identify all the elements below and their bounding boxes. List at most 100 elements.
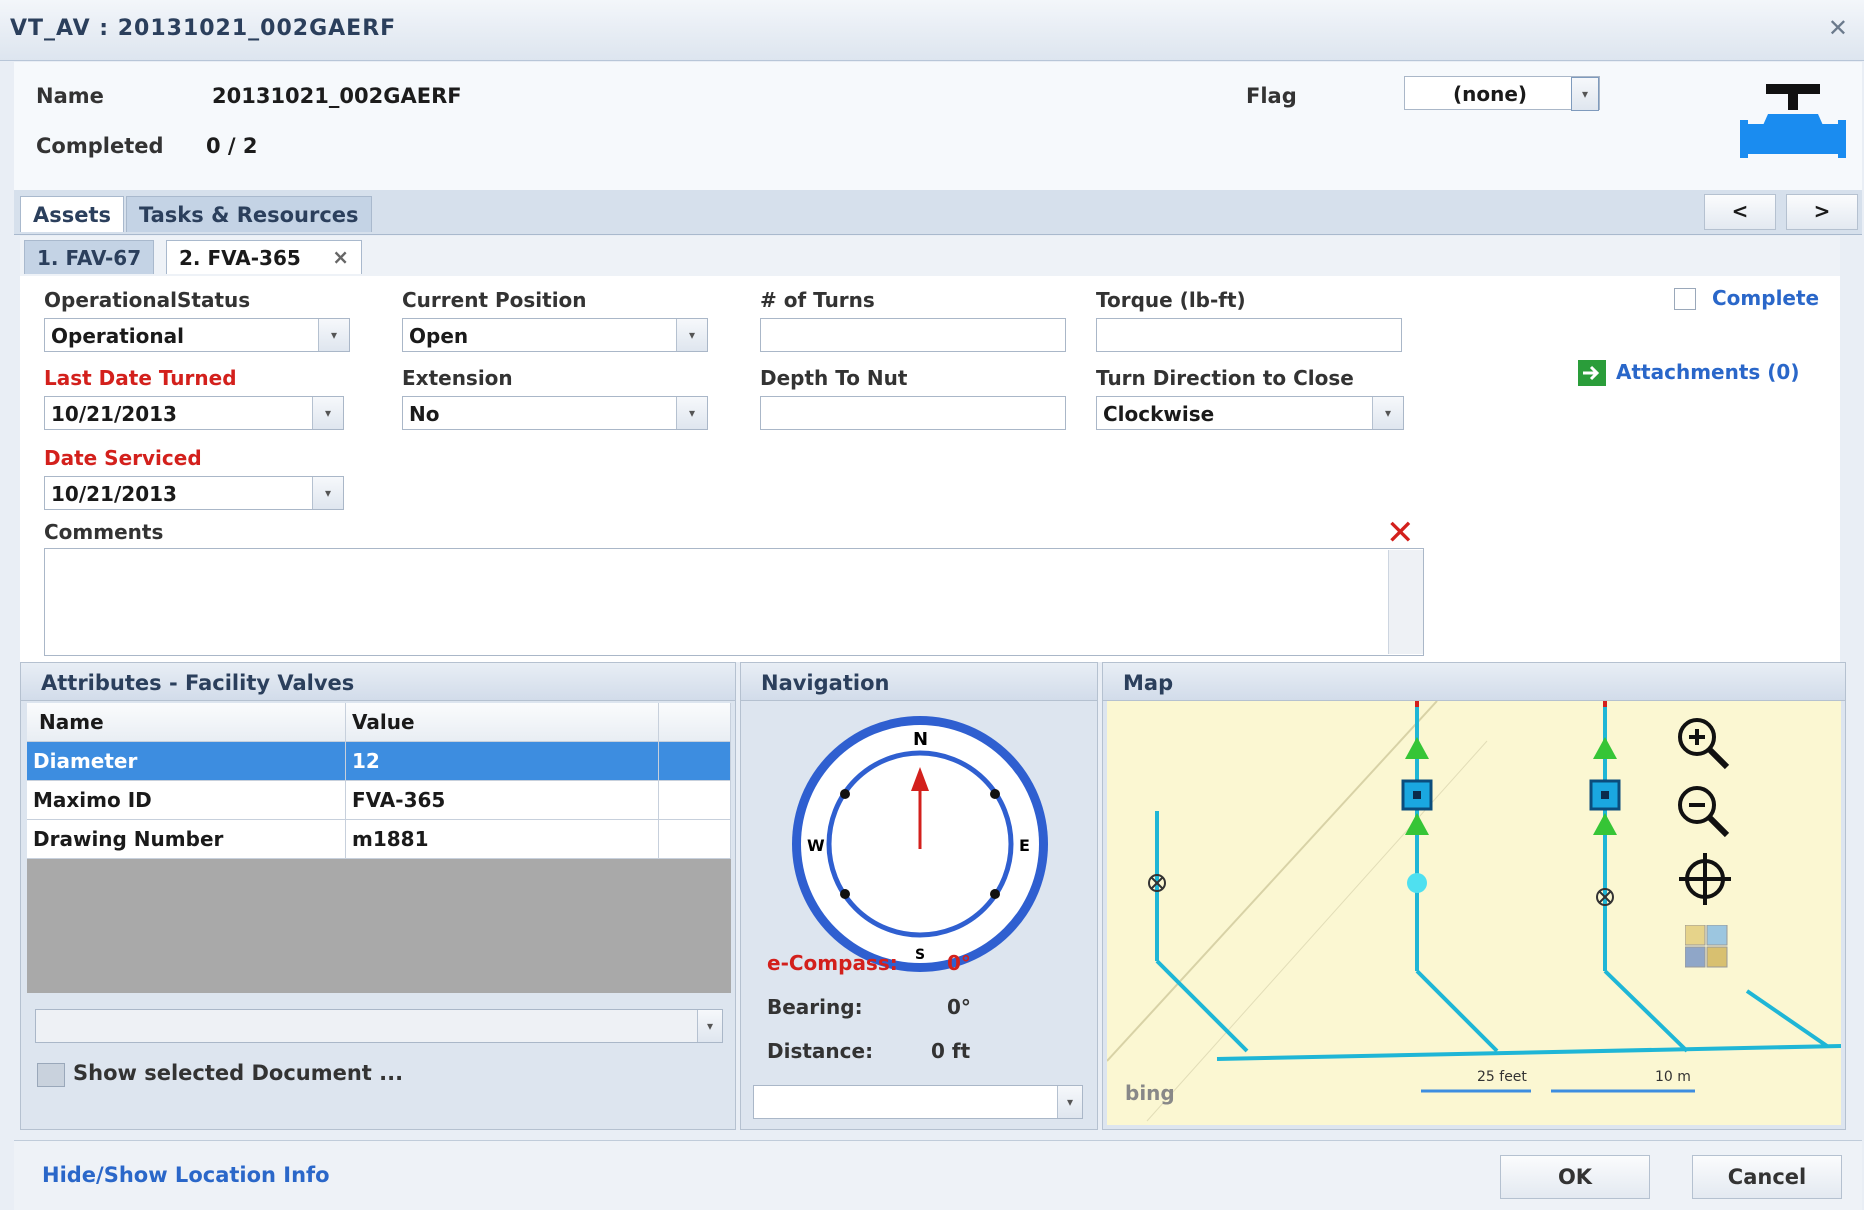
navigation-title: Navigation — [741, 663, 1097, 701]
complete-checkbox[interactable] — [1674, 288, 1696, 310]
zoom-in-icon[interactable] — [1673, 713, 1733, 773]
turns-label: # of Turns — [760, 288, 875, 312]
operational-status-select[interactable]: Operational ▾ — [44, 318, 350, 352]
date-serviced-picker[interactable]: 10/21/2013 ▾ — [44, 476, 344, 510]
completed-label: Completed — [36, 134, 164, 158]
compass-south: S — [915, 947, 925, 963]
navigation-select[interactable]: ▾ — [753, 1085, 1083, 1119]
extension-select[interactable]: No ▾ — [402, 396, 708, 430]
asset-tab-2-label: 2. FVA-365 — [179, 246, 301, 270]
scale-meters: 10 m — [1655, 1069, 1691, 1085]
flag-select[interactable]: (none) ▾ — [1404, 76, 1600, 111]
attachment-arrow-icon — [1578, 360, 1606, 386]
turn-direction-label: Turn Direction to Close — [1096, 366, 1354, 390]
chevron-down-icon[interactable]: ▾ — [1372, 397, 1403, 429]
asset-tab-2[interactable]: 2. FVA-365 × — [166, 240, 362, 274]
table-row[interactable]: Diameter 12 — [27, 741, 731, 781]
calendar-dropdown-icon[interactable]: ▾ — [312, 397, 343, 429]
navigation-panel: Navigation N S W E e-Compass: 0° Bearing… — [740, 662, 1098, 1130]
current-position-select[interactable]: Open ▾ — [402, 318, 708, 352]
turn-direction-select[interactable]: Clockwise ▾ — [1096, 396, 1404, 430]
extension-label: Extension — [402, 366, 513, 390]
ok-button[interactable]: OK — [1500, 1155, 1650, 1199]
layers-icon[interactable] — [1685, 925, 1729, 969]
attribute-name: Maximo ID — [27, 780, 346, 820]
row-spacer — [658, 780, 731, 820]
current-position-label: Current Position — [402, 288, 587, 312]
depth-input[interactable] — [760, 396, 1066, 430]
chevron-down-icon[interactable]: ▾ — [676, 319, 707, 351]
map-title: Map — [1103, 663, 1845, 701]
attachments-link[interactable]: Attachments (0) — [1616, 360, 1799, 384]
record-header: Name 20131021_002GAERF Completed 0 / 2 F… — [14, 62, 1862, 191]
turn-direction-value: Clockwise — [1103, 402, 1215, 426]
complete-label[interactable]: Complete — [1712, 286, 1819, 310]
attribute-value: 12 — [345, 741, 659, 781]
name-value: 20131021_002GAERF — [212, 84, 462, 108]
tab-assets[interactable]: Assets — [20, 196, 125, 232]
calendar-dropdown-icon[interactable]: ▾ — [312, 477, 343, 509]
column-header-value[interactable]: Value — [345, 703, 659, 742]
distance-label: Distance: — [767, 1039, 874, 1063]
name-label: Name — [36, 84, 104, 108]
flag-label: Flag — [1246, 84, 1297, 108]
map-panel: Map bing 25 feet 10 m — [1102, 662, 1846, 1130]
attribute-name: Drawing Number — [27, 819, 346, 859]
extension-value: No — [409, 402, 440, 426]
torque-label: Torque (lb-ft) — [1096, 288, 1246, 312]
table-row[interactable]: Maximo ID FVA-365 — [27, 780, 731, 820]
comments-textarea[interactable] — [44, 548, 1424, 656]
prev-asset-button[interactable]: < — [1704, 194, 1776, 230]
window-title: VT_AV : 20131021_002GAERF — [10, 16, 397, 41]
zoom-out-icon[interactable] — [1673, 781, 1733, 841]
last-date-turned-value: 10/21/2013 — [51, 402, 177, 426]
last-date-turned-picker[interactable]: 10/21/2013 ▾ — [44, 396, 344, 430]
window-titlebar: VT_AV : 20131021_002GAERF ✕ — [0, 0, 1864, 61]
chevron-down-icon[interactable]: ▾ — [1571, 77, 1599, 111]
tab-tasks-resources[interactable]: Tasks & Resources — [126, 196, 372, 232]
close-tab-icon[interactable]: × — [332, 245, 349, 269]
compass-icon: N S W E — [792, 716, 1048, 972]
chevron-down-icon[interactable]: ▾ — [1057, 1086, 1082, 1118]
chevron-down-icon[interactable]: ▾ — [676, 397, 707, 429]
show-document-link[interactable]: Show selected Document ... — [73, 1061, 403, 1085]
dialog-footer: Hide/Show Location Info OK Cancel — [14, 1140, 1862, 1210]
torque-input[interactable] — [1096, 318, 1402, 352]
chevron-down-icon[interactable]: ▾ — [318, 319, 349, 351]
turns-input[interactable] — [760, 318, 1066, 352]
bearing-label: Bearing: — [767, 995, 863, 1019]
compass-west: W — [807, 836, 825, 855]
cancel-button[interactable]: Cancel — [1692, 1155, 1842, 1199]
map-canvas[interactable]: bing 25 feet 10 m — [1107, 701, 1841, 1125]
clear-comments-icon[interactable]: ✕ — [1386, 516, 1415, 550]
operational-status-value: Operational — [51, 324, 184, 348]
compass-east: E — [1019, 836, 1030, 855]
asset-tabstrip: 1. FAV-67 2. FVA-365 × — [20, 236, 1840, 277]
date-serviced-value: 10/21/2013 — [51, 482, 177, 506]
attribute-value: FVA-365 — [345, 780, 659, 820]
close-icon[interactable]: ✕ — [1828, 14, 1848, 42]
ecompass-value: 0° — [947, 951, 971, 975]
operational-status-label: OperationalStatus — [44, 288, 251, 312]
document-icon — [37, 1063, 65, 1087]
current-position-value: Open — [409, 324, 469, 348]
next-asset-button[interactable]: > — [1786, 194, 1858, 230]
document-select[interactable]: ▾ — [35, 1009, 723, 1043]
locate-icon[interactable] — [1677, 851, 1733, 907]
scale-feet: 25 feet — [1477, 1069, 1527, 1085]
main-tabstrip: Assets Tasks & Resources < > — [14, 190, 1862, 235]
chevron-down-icon[interactable]: ▾ — [697, 1010, 722, 1042]
attributes-table: Name Value Diameter 12 Maximo ID FVA-365… — [27, 703, 731, 859]
asset-tab-1[interactable]: 1. FAV-67 — [24, 240, 155, 274]
table-row[interactable]: Drawing Number m1881 — [27, 819, 731, 859]
comments-scrollbar[interactable] — [1388, 550, 1423, 654]
attributes-grid-area: Name Value Diameter 12 Maximo ID FVA-365… — [27, 703, 731, 993]
column-header-name[interactable]: Name — [27, 703, 346, 742]
attribute-value: m1881 — [345, 819, 659, 859]
hide-show-location-link[interactable]: Hide/Show Location Info — [42, 1163, 330, 1187]
row-spacer — [658, 819, 731, 859]
attributes-title: Attributes - Facility Valves — [21, 663, 735, 701]
valve-icon — [1740, 84, 1846, 158]
completed-value: 0 / 2 — [206, 134, 258, 158]
attribute-name: Diameter — [27, 741, 346, 781]
